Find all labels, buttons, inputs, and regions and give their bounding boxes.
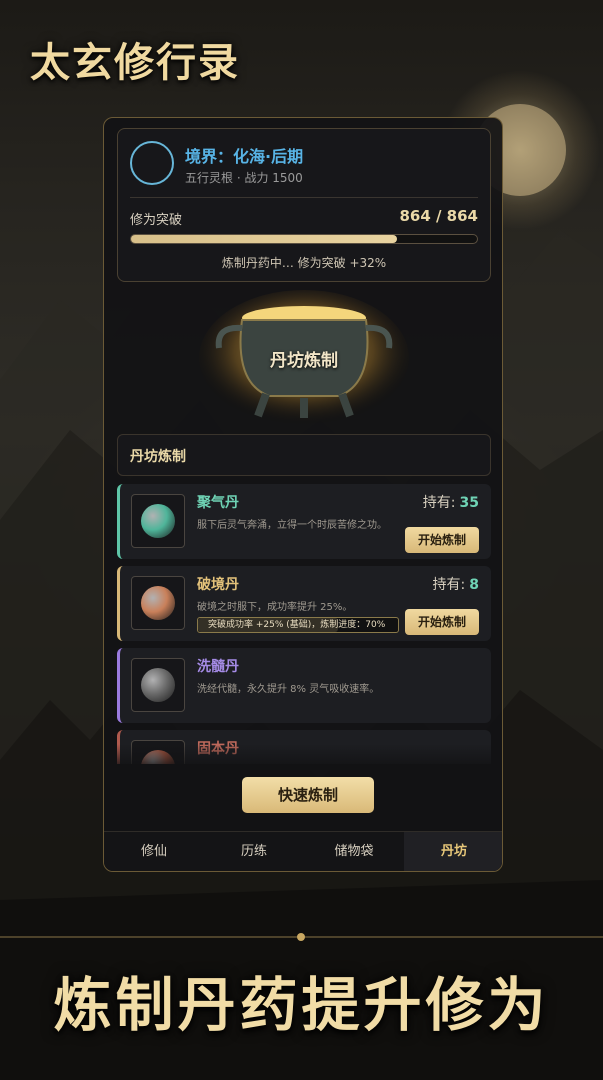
tab-inventory[interactable]: 储物袋 xyxy=(304,832,404,871)
pill-description: 洗经代髓，永久提升 8% 灵气吸收速率。 xyxy=(197,684,380,695)
app-panel: 境界：化海·后期 五行灵根 · 战力 1500 修为突破 864 / 864 炼… xyxy=(103,117,503,872)
realm-title: 境界：化海·后期 xyxy=(185,147,304,166)
pill-name: 洗髓丹 xyxy=(197,659,239,675)
quick-refine-button[interactable]: 快速炼制 xyxy=(242,777,374,813)
cultivation-status-card: 境界：化海·后期 五行灵根 · 战力 1500 修为突破 864 / 864 炼… xyxy=(117,128,491,282)
cultivation-label: 修为突破 xyxy=(130,213,183,228)
ornament-divider-icon xyxy=(0,933,603,941)
refining-status-text: 炼制丹药中… 修为突破 +32% xyxy=(221,256,387,270)
refine-progress-tag: 突破成功率 +25% (基础)，炼制进度：70% xyxy=(197,617,399,633)
cultivation-progress-fill xyxy=(131,235,398,243)
pill-name: 破境丹 xyxy=(197,577,239,593)
cultivation-progress-bar xyxy=(130,234,478,244)
holding-count: 35 xyxy=(459,495,479,511)
cauldron[interactable]: 丹坊炼制 xyxy=(194,288,414,428)
tab-alchemy[interactable]: 丹坊 xyxy=(404,832,502,871)
pill-description: 破境之时服下，成功率提升 25%。 xyxy=(197,602,353,613)
pill-card-xisui[interactable]: 洗髓丹 洗经代髓，永久提升 8% 灵气吸收速率。 xyxy=(117,648,491,723)
pill-card-juqi[interactable]: 聚气丹 服下后灵气奔涌，立得一个时辰苦修之功。 持有: 35 开始炼制 xyxy=(117,484,491,559)
pill-description: 服下后灵气奔涌，立得一个时辰苦修之功。 xyxy=(197,520,387,531)
section-title: 丹坊炼制 xyxy=(117,434,491,476)
pill-orb-icon xyxy=(141,586,175,620)
tab-adventure[interactable]: 历练 xyxy=(204,832,304,871)
pill-holding: 持有: 35 xyxy=(423,492,479,512)
pill-name: 聚气丹 xyxy=(197,495,239,511)
cauldron-label: 丹坊炼制 xyxy=(270,351,338,371)
holding-label: 持有: xyxy=(432,577,466,593)
pill-icon-frame xyxy=(131,658,185,712)
divider xyxy=(130,197,478,198)
avatar[interactable] xyxy=(130,141,174,185)
refine-progress-text: 突破成功率 +25% (基础)，炼制进度：70% xyxy=(208,620,386,630)
promo-banner: 炼制丹药提升修为 xyxy=(0,930,603,1080)
pill-list[interactable]: 聚气丹 服下后灵气奔涌，立得一个时辰苦修之功。 持有: 35 开始炼制 破境丹 破… xyxy=(117,484,491,764)
game-title: 太玄修行录 xyxy=(30,39,240,86)
realm-subinfo: 五行灵根 · 战力 1500 xyxy=(185,171,303,185)
holding-label: 持有: xyxy=(422,495,456,511)
pill-icon-frame xyxy=(131,494,185,548)
pill-orb-icon xyxy=(141,504,175,538)
start-refine-button[interactable]: 开始炼制 xyxy=(405,527,479,553)
pill-card-pojing[interactable]: 破境丹 破境之时服下，成功率提升 25%。 持有: 8 开始炼制 突破成功率 +2… xyxy=(117,566,491,641)
bottom-tab-bar: 修仙 历练 储物袋 丹坊 xyxy=(104,831,502,871)
holding-count: 8 xyxy=(469,577,479,593)
cultivation-value: 864 / 864 xyxy=(399,207,478,225)
promo-slogan: 炼制丹药提升修为 xyxy=(53,971,550,1039)
list-fade-overlay xyxy=(117,744,491,770)
pill-holding: 持有: 8 xyxy=(433,574,479,594)
pill-orb-icon xyxy=(141,668,175,702)
pill-icon-frame xyxy=(131,576,185,630)
tab-cultivate[interactable]: 修仙 xyxy=(104,832,204,871)
start-refine-button[interactable]: 开始炼制 xyxy=(405,609,479,635)
